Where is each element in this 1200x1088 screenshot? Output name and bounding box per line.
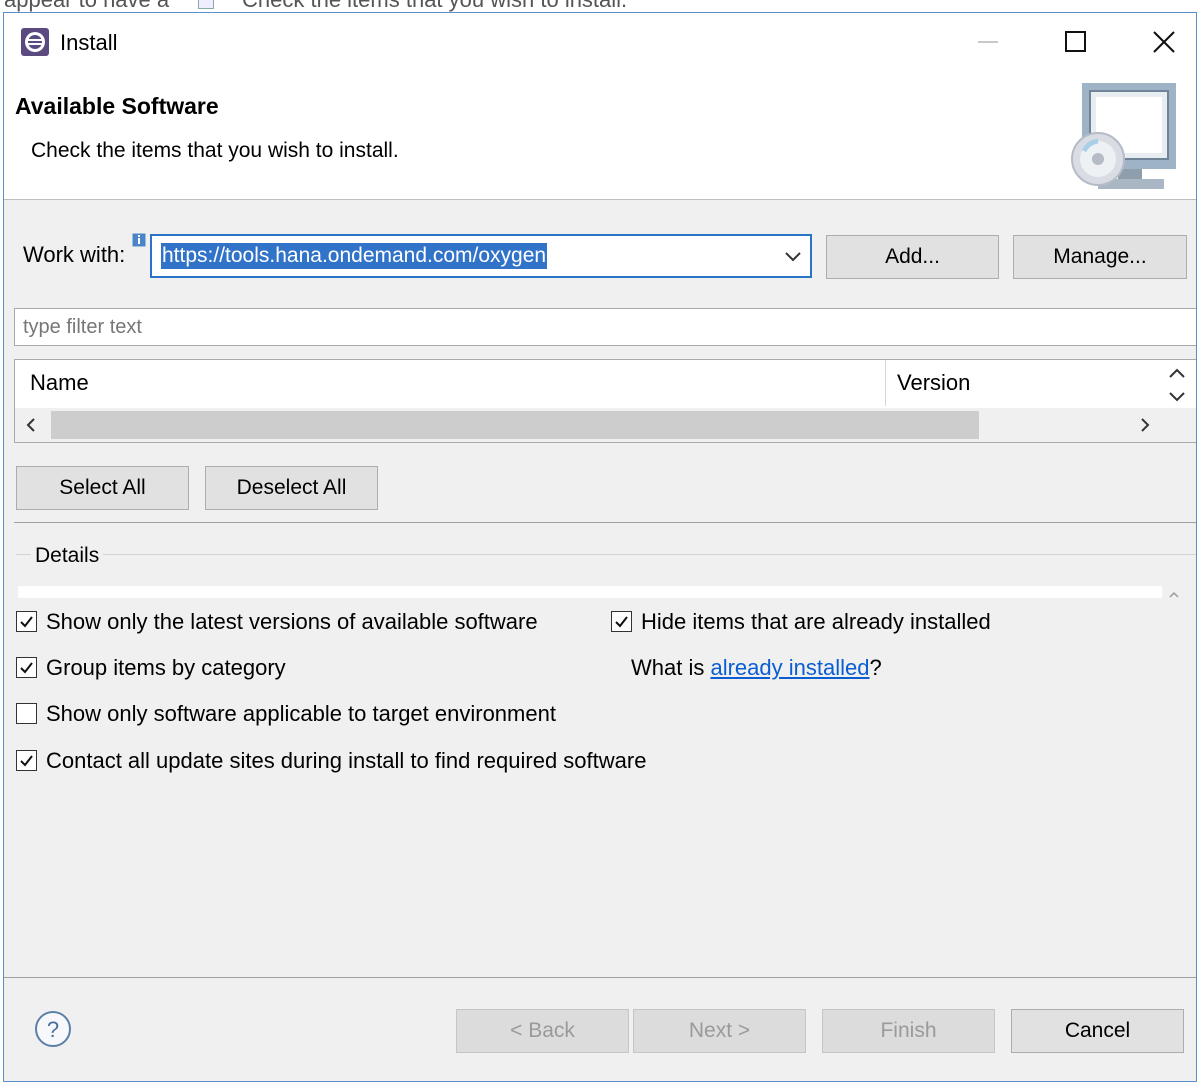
manage-sites-button[interactable]: Manage...: [1013, 235, 1187, 279]
work-with-value[interactable]: https://tools.hana.ondemand.com/oxygen: [161, 243, 548, 269]
details-scroll-up-icon[interactable]: [1168, 589, 1180, 599]
background-text-right: Check the items that you wish to install…: [242, 0, 627, 12]
select-all-button[interactable]: Select All: [16, 466, 189, 510]
work-with-label: Work with:: [23, 242, 126, 267]
contact-update-sites-checkbox[interactable]: [16, 750, 37, 771]
eclipse-app-icon: [21, 28, 49, 56]
software-table[interactable]: Name Version: [14, 359, 1196, 443]
wizard-header: Available Software Check the items that …: [4, 71, 1196, 200]
page-title: Available Software: [15, 93, 219, 119]
background-window-strip: appear to have a Check the items that yo…: [0, 0, 1200, 12]
contact-update-sites-label[interactable]: Contact all update sites during install …: [46, 748, 646, 774]
vertical-scroll-icon[interactable]: [1165, 363, 1189, 407]
check-icon: [20, 616, 33, 628]
filter-field[interactable]: [14, 308, 1196, 346]
finish-button[interactable]: Finish: [822, 1009, 995, 1053]
footer-separator: [4, 977, 1196, 978]
target-environment-checkbox[interactable]: [16, 703, 37, 724]
details-label: Details: [31, 544, 104, 568]
hide-installed-label[interactable]: Hide items that are already installed: [641, 609, 991, 635]
close-icon[interactable]: [1138, 21, 1188, 63]
background-info-icon: [198, 0, 214, 9]
install-dialog: Install Available Software Check the ite…: [3, 12, 1197, 1082]
window-title: Install: [60, 30, 118, 55]
help-icon[interactable]: ?: [34, 1010, 72, 1048]
scroll-right-icon[interactable]: [1137, 416, 1153, 434]
svg-text:?: ?: [47, 1017, 59, 1042]
check-icon: [615, 616, 628, 628]
back-button[interactable]: < Back: [456, 1009, 629, 1053]
details-text-area: [18, 586, 1162, 598]
maximize-icon[interactable]: [1050, 21, 1100, 63]
show-latest-checkbox[interactable]: [16, 611, 37, 632]
chevron-down-icon[interactable]: [784, 249, 802, 263]
minimize-icon[interactable]: [962, 21, 1012, 63]
group-by-category-checkbox[interactable]: [16, 657, 37, 678]
check-icon: [20, 662, 33, 674]
separator-line: [14, 522, 1196, 523]
work-with-combo[interactable]: https://tools.hana.ondemand.com/oxygen: [150, 234, 812, 278]
column-separator[interactable]: [885, 360, 886, 406]
what-is-prefix: What is: [631, 655, 711, 680]
background-text-left: appear to have a: [4, 0, 169, 12]
filter-input[interactable]: [15, 309, 1196, 345]
horizontal-scroll-thumb[interactable]: [51, 411, 979, 439]
check-icon: [20, 755, 33, 767]
scroll-left-icon[interactable]: [23, 416, 39, 434]
column-header-name[interactable]: Name: [30, 370, 89, 396]
group-by-category-label[interactable]: Group items by category: [46, 655, 286, 681]
what-is-installed-text: What is already installed?: [631, 655, 882, 681]
details-group-border: [16, 554, 1196, 555]
cancel-button[interactable]: Cancel: [1011, 1009, 1184, 1053]
page-subtitle: Check the items that you wish to install…: [31, 139, 399, 162]
info-decoration-icon: [132, 233, 146, 247]
next-button[interactable]: Next >: [633, 1009, 806, 1053]
install-software-banner-icon: [1071, 83, 1176, 189]
add-site-button[interactable]: Add...: [826, 235, 999, 279]
what-is-suffix: ?: [869, 655, 882, 680]
horizontal-scrollbar[interactable]: [15, 408, 1196, 442]
deselect-all-button[interactable]: Deselect All: [205, 466, 378, 510]
title-bar: Install: [4, 13, 1196, 71]
target-environment-label[interactable]: Show only software applicable to target …: [46, 701, 556, 727]
hide-installed-checkbox[interactable]: [611, 611, 632, 632]
column-header-version[interactable]: Version: [897, 370, 970, 396]
already-installed-link[interactable]: already installed: [710, 655, 869, 680]
show-latest-label[interactable]: Show only the latest versions of availab…: [46, 609, 538, 635]
